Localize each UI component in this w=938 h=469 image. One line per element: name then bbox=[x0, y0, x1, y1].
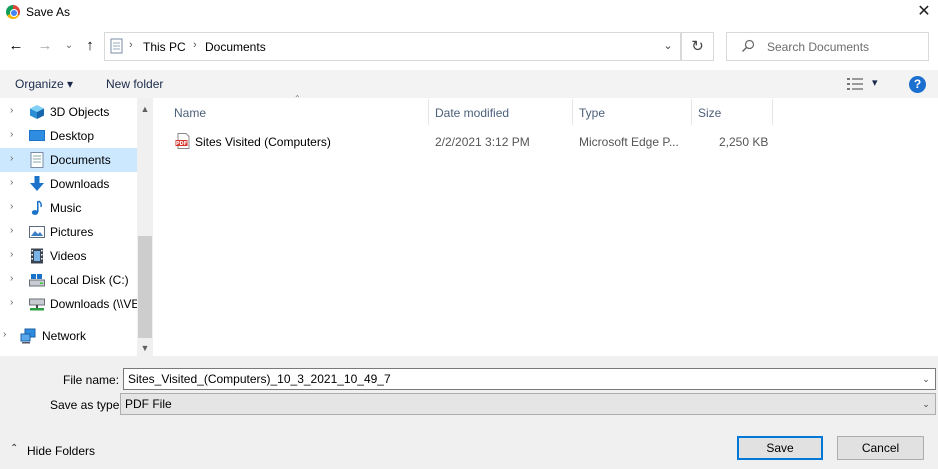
tree-item-desktop[interactable]: › Desktop bbox=[0, 124, 137, 148]
save-button[interactable]: Save bbox=[737, 436, 823, 460]
up-button[interactable]: ↑ bbox=[81, 36, 99, 56]
file-size: 2,250 KB bbox=[719, 135, 769, 149]
tree-item-label: Pictures bbox=[50, 225, 94, 239]
sort-ascending-icon: ⌃ bbox=[294, 94, 301, 103]
tree-item-videos[interactable]: › Videos bbox=[0, 244, 137, 268]
new-folder-button[interactable]: New folder bbox=[106, 77, 163, 91]
address-bar[interactable] bbox=[104, 32, 681, 61]
column-divider[interactable] bbox=[772, 99, 773, 125]
recent-locations-button[interactable]: ⌄ bbox=[60, 36, 78, 56]
tree-item-label: Music bbox=[50, 201, 82, 215]
save-as-type-select[interactable]: PDF File bbox=[120, 393, 936, 415]
pdf-icon-text: PDF bbox=[176, 141, 187, 147]
expand-chevron-icon[interactable]: › bbox=[10, 153, 13, 164]
forward-button[interactable]: → bbox=[36, 36, 54, 56]
tree-item-label: Documents bbox=[50, 153, 111, 167]
cube-icon bbox=[30, 105, 44, 119]
tree-item-label: Local Disk (C:) bbox=[50, 273, 129, 287]
expand-chevron-icon[interactable]: › bbox=[10, 249, 13, 260]
tree-item-downloads[interactable]: › Downloads bbox=[0, 172, 137, 196]
save-as-type-dropdown-icon[interactable]: ⌄ bbox=[918, 394, 934, 414]
breadcrumb-separator: › bbox=[129, 39, 133, 51]
help-button[interactable]: ? bbox=[909, 76, 926, 93]
expand-chevron-icon[interactable]: › bbox=[10, 225, 13, 236]
title-bar bbox=[0, 0, 938, 26]
expand-chevron-icon[interactable]: › bbox=[10, 129, 13, 140]
scrollbar-thumb[interactable] bbox=[138, 236, 152, 338]
tree-item-label: Desktop bbox=[50, 129, 95, 143]
tree-item-documents[interactable]: › Documents bbox=[0, 148, 137, 172]
save-as-type-label: Save as type: bbox=[50, 398, 123, 412]
close-button[interactable]: ✕ bbox=[912, 1, 936, 23]
column-header-name[interactable]: Name bbox=[174, 106, 206, 120]
expand-chevron-icon[interactable]: › bbox=[10, 105, 13, 116]
address-dropdown-button[interactable]: ⌄ bbox=[655, 33, 681, 60]
scroll-down-arrow-icon[interactable]: ▼ bbox=[137, 340, 153, 356]
organize-button[interactable]: Organize ▾ bbox=[15, 77, 73, 91]
expand-chevron-icon[interactable]: › bbox=[10, 201, 13, 212]
pictures-icon bbox=[29, 226, 45, 238]
download-icon bbox=[30, 176, 44, 191]
chrome-icon bbox=[6, 5, 20, 19]
search-input[interactable]: Search Documents bbox=[767, 40, 869, 54]
cancel-button[interactable]: Cancel bbox=[837, 436, 924, 460]
tree-item-label: Network bbox=[42, 329, 87, 343]
column-divider[interactable] bbox=[428, 99, 429, 125]
expand-chevron-icon[interactable]: › bbox=[10, 177, 13, 188]
tree-item-local-disk[interactable]: › Local Disk (C:) bbox=[0, 268, 137, 292]
music-icon bbox=[31, 200, 42, 215]
network-drive-icon bbox=[29, 298, 45, 311]
tree-item-label: Videos bbox=[50, 249, 87, 263]
breadcrumb-documents[interactable]: Documents bbox=[205, 40, 266, 54]
tree-item-network[interactable]: › Network bbox=[0, 324, 137, 348]
tree-item-label: Downloads (\\VE bbox=[50, 297, 137, 311]
documents-location-icon bbox=[110, 38, 123, 54]
save-as-type-value: PDF File bbox=[125, 397, 172, 411]
column-divider[interactable] bbox=[691, 99, 692, 125]
column-divider[interactable] bbox=[572, 99, 573, 125]
file-name: Sites Visited (Computers) bbox=[195, 135, 331, 149]
file-name-input[interactable]: Sites_Visited_(Computers)_10_3_2021_10_4… bbox=[124, 369, 935, 389]
expand-chevron-icon[interactable]: › bbox=[3, 329, 6, 340]
file-date-modified: 2/2/2021 3:12 PM bbox=[435, 135, 530, 149]
desktop-icon bbox=[29, 130, 45, 141]
search-icon bbox=[742, 39, 755, 52]
refresh-button[interactable]: ↻ bbox=[681, 32, 714, 61]
local-disk-icon bbox=[29, 274, 45, 287]
documents-icon bbox=[30, 152, 44, 168]
file-name-field[interactable]: Sites_Visited_(Computers)_10_3_2021_10_4… bbox=[123, 368, 936, 390]
back-button[interactable]: ← bbox=[7, 36, 25, 56]
file-name-dropdown-icon[interactable]: ⌄ bbox=[918, 369, 934, 389]
network-icon bbox=[20, 328, 36, 344]
tree-item-music[interactable]: › Music bbox=[0, 196, 137, 220]
hide-folders-chevron-icon[interactable]: ⌃ bbox=[10, 443, 18, 454]
hide-folders-button[interactable]: Hide Folders bbox=[27, 444, 95, 458]
column-header-size[interactable]: Size bbox=[698, 106, 721, 120]
pdf-icon: PDF bbox=[175, 133, 190, 149]
breadcrumb-this-pc[interactable]: This PC bbox=[143, 40, 186, 54]
window-title: Save As bbox=[26, 5, 71, 19]
expand-chevron-icon[interactable]: › bbox=[10, 297, 13, 308]
tree-item-label: Downloads bbox=[50, 177, 110, 191]
view-details-icon[interactable] bbox=[847, 78, 865, 90]
scroll-up-arrow-icon[interactable]: ▲ bbox=[137, 101, 153, 117]
tree-item-pictures[interactable]: › Pictures bbox=[0, 220, 137, 244]
column-header-type[interactable]: Type bbox=[579, 106, 605, 120]
videos-icon bbox=[31, 248, 43, 264]
tree-item-3d-objects[interactable]: › 3D Objects bbox=[0, 100, 137, 124]
tree-item-label: 3D Objects bbox=[50, 105, 110, 119]
tree-item-network-drive[interactable]: › Downloads (\\VE bbox=[0, 292, 137, 316]
file-type: Microsoft Edge P... bbox=[579, 135, 679, 149]
view-options-dropdown[interactable]: ▾ bbox=[872, 76, 878, 89]
expand-chevron-icon[interactable]: › bbox=[10, 273, 13, 284]
column-header-date-modified[interactable]: Date modified bbox=[435, 106, 509, 120]
file-name-label: File name: bbox=[63, 373, 120, 387]
breadcrumb-separator: › bbox=[193, 39, 197, 51]
